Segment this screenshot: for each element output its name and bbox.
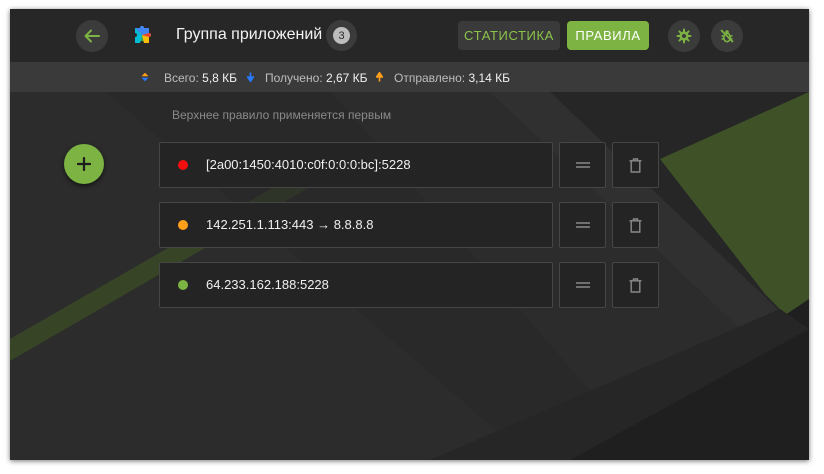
tab-statistics[interactable]: СТАТИСТИКА (458, 21, 560, 50)
drag-handle-icon (575, 162, 590, 168)
rule-row[interactable]: [2a00:1450:4010:c0f:0:0:0:bc]:5228 (159, 142, 553, 188)
rules-order-hint: Верхнее правило применяется первым (172, 108, 392, 122)
delete-rule-button[interactable] (612, 142, 659, 188)
plus-icon (77, 157, 91, 171)
trash-icon (629, 217, 642, 233)
rule-status-dot (178, 160, 188, 170)
back-button[interactable] (76, 20, 108, 52)
stat-sent-label: Отправлено: (394, 71, 466, 85)
drag-handle-icon (575, 222, 590, 228)
rule-address: [2a00:1450:4010:c0f:0:0:0:bc]:5228 (206, 157, 411, 172)
download-arrow-icon (247, 72, 254, 82)
stat-received: Получено: 2,67 КБ (265, 71, 368, 85)
rule-row[interactable]: 142.251.1.113:443 → 8.8.8.8 (159, 202, 553, 248)
stat-total-value: 5,8 КБ (202, 71, 238, 85)
drag-handle[interactable] (559, 262, 606, 308)
tab-rules[interactable]: ПРАВИЛА (567, 21, 649, 50)
app-count-badge: 3 (326, 20, 357, 51)
stat-received-value: 2,67 КБ (325, 71, 368, 85)
stat-received-label: Получено: (265, 71, 323, 85)
back-arrow-icon (84, 29, 100, 43)
add-rule-button[interactable] (64, 144, 104, 184)
total-traffic-icon (141, 72, 149, 82)
delete-rule-button[interactable] (612, 262, 659, 308)
stat-total-label: Всего: (164, 71, 199, 85)
page-title: Группа приложений (176, 26, 323, 43)
drag-handle[interactable] (559, 202, 606, 248)
stat-sent: Отправлено: 3,14 КБ (394, 71, 510, 85)
rule-status-dot (178, 280, 188, 290)
app-count: 3 (333, 27, 350, 44)
debug-toggle-button[interactable] (711, 20, 743, 52)
bug-off-icon (720, 29, 734, 43)
app-window: Группа приложений 3 СТАТИСТИКА ПРАВИЛА В… (10, 9, 809, 460)
rule-address: 142.251.1.113:443 → 8.8.8.8 (206, 217, 374, 232)
gear-icon (676, 28, 692, 44)
rule-status-dot (178, 220, 188, 230)
app-group-icon (135, 26, 151, 43)
top-app-bar: Группа приложений 3 СТАТИСТИКА ПРАВИЛА (10, 9, 809, 62)
trash-icon (629, 157, 642, 173)
drag-handle[interactable] (559, 142, 606, 188)
stat-sent-value: 3,14 КБ (468, 71, 510, 85)
stat-total: Всего: 5,8 КБ (164, 71, 237, 85)
traffic-stats-bar: Всего: 5,8 КБ Получено: 2,67 КБ Отправле… (10, 62, 809, 92)
trash-icon (629, 277, 642, 293)
drag-handle-icon (575, 282, 590, 288)
rule-row[interactable]: 64.233.162.188:5228 (159, 262, 553, 308)
rule-address: 64.233.162.188:5228 (206, 277, 329, 292)
delete-rule-button[interactable] (612, 202, 659, 248)
settings-button[interactable] (668, 20, 700, 52)
upload-arrow-icon (376, 72, 383, 82)
